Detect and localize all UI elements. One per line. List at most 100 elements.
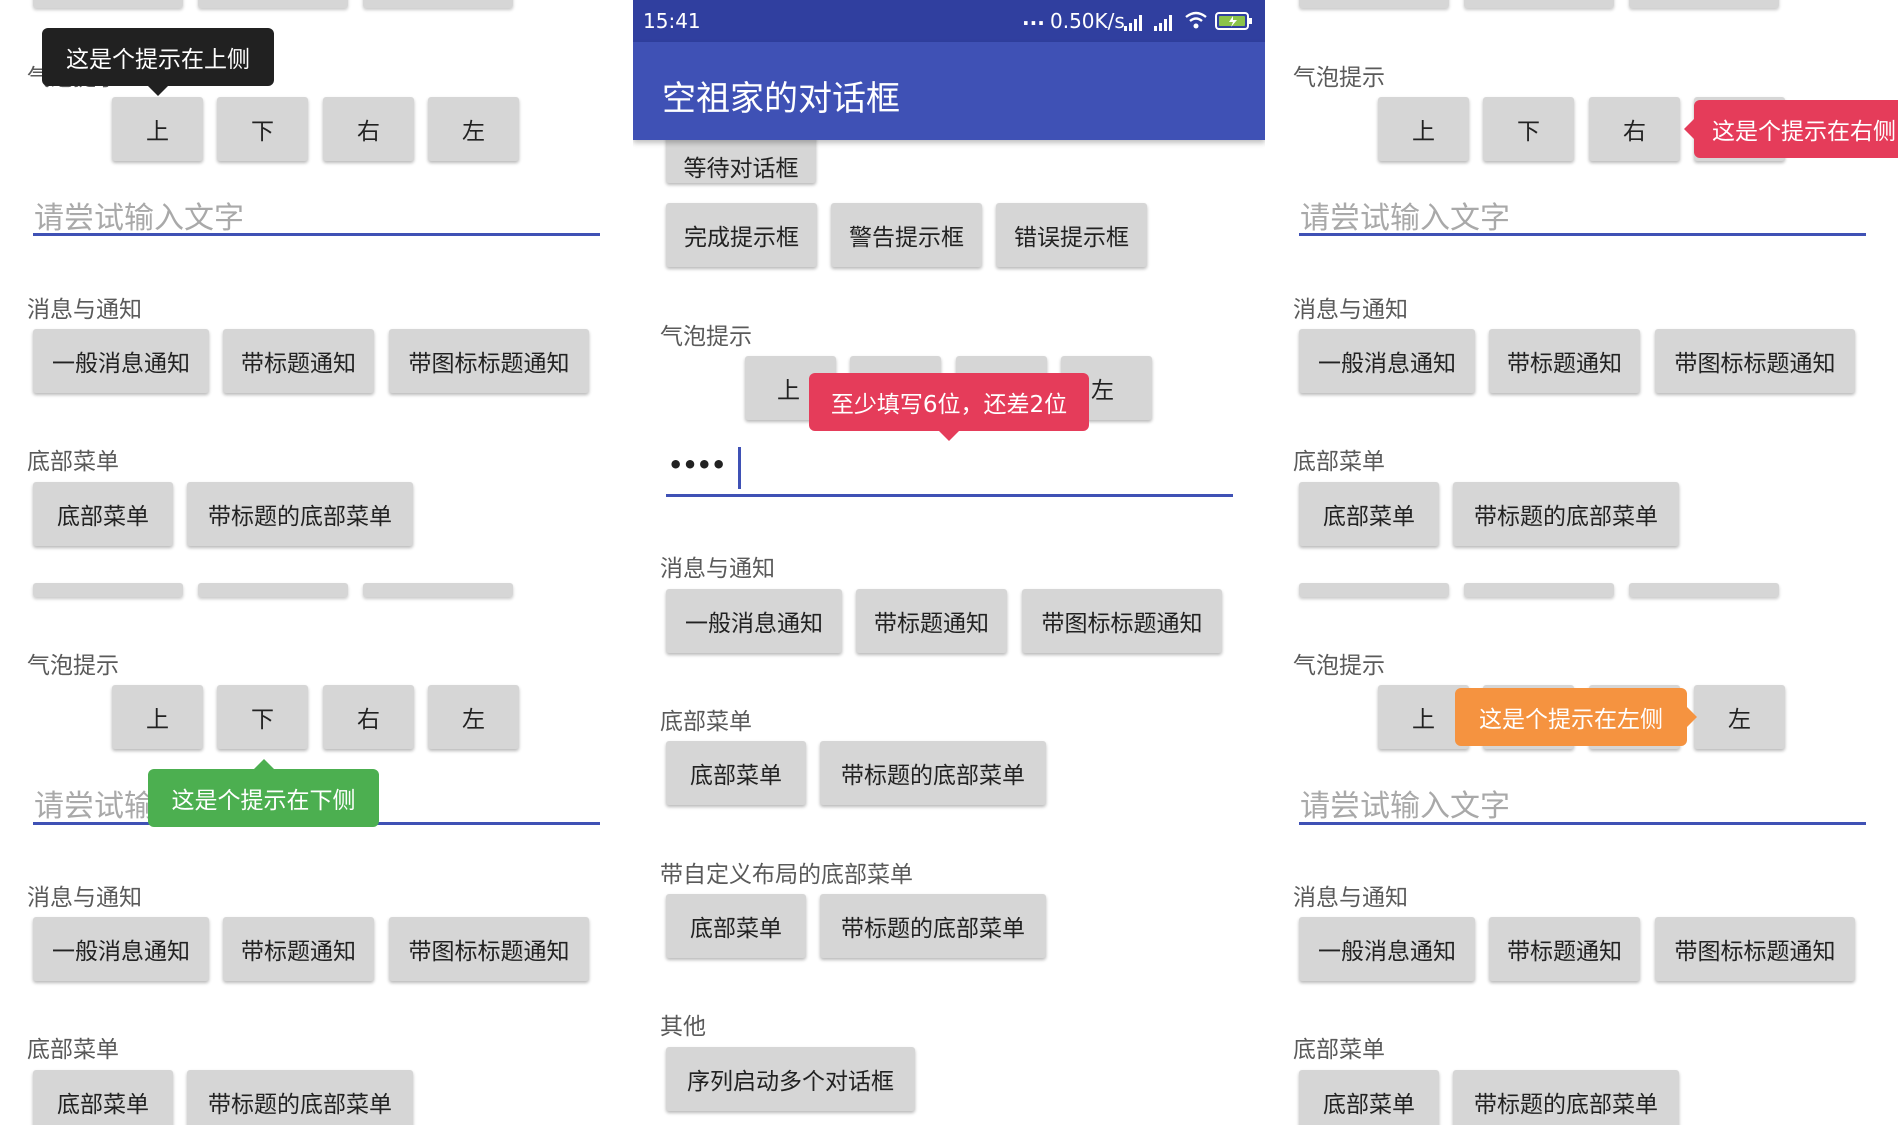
tooltip-min-length-text: 至少填写6位，还差2位 [830,392,1068,418]
tooltip-top-text: 这是个提示在上侧 [66,47,250,73]
bottom-menu-button[interactable]: 底部菜单 [33,1070,173,1125]
section-title-bubble: 气泡提示 [1293,653,1385,679]
status-net-speed: 0.50K/s [1050,9,1125,33]
button-stub[interactable] [1464,0,1614,8]
section-title-notify: 消息与通知 [1293,297,1408,323]
tooltip-arrow [1687,707,1697,727]
button-stub[interactable] [33,0,183,8]
section-title-notify: 消息与通知 [27,297,142,323]
titled-bottom-menu-button[interactable]: 带标题的底部菜单 [820,741,1046,805]
tooltip-bottom: 这是个提示在下侧 [148,759,379,827]
button-stub[interactable] [363,0,513,8]
section-title-bottom-menu: 底部菜单 [1293,1037,1385,1063]
password-dots: •••• [668,451,726,479]
icon-titled-notify-button[interactable]: 带图标标题通知 [1655,329,1855,393]
tip-left-button[interactable]: 左 [428,97,519,161]
titled-notify-button[interactable]: 带标题通知 [856,589,1007,653]
text-input[interactable]: 请尝试输入文字 [34,193,244,237]
button-stub[interactable] [1629,0,1779,8]
titled-bottom-menu-button[interactable]: 带标题的底部菜单 [187,1070,413,1125]
status-dots: ... [1022,6,1045,30]
section-title-bubble: 气泡提示 [1293,65,1385,91]
tip-right-button[interactable]: 右 [1589,97,1680,161]
left-screenshot-panel: 气泡提示 上 下 右 左 这是个提示在上侧 请尝试输入文字 消息与通知 一般消息… [0,0,632,1125]
custom-titled-bottom-menu-button[interactable]: 带标题的底部菜单 [820,894,1046,958]
titled-bottom-menu-button[interactable]: 带标题的底部菜单 [1453,1070,1679,1125]
battery-icon [1215,11,1253,36]
text-input[interactable]: 请尝试输入文字 [1300,193,1510,237]
button-stub[interactable] [1299,583,1449,597]
status-bar: 15:41 ... 0.50K/s [633,0,1265,42]
sequence-dialogs-button[interactable]: 序列启动多个对话框 [666,1047,915,1111]
right-screenshot-panel: 气泡提示 上 下 右 这是个提示在右侧 请尝试输入文字 消息与通知 一般消息通知… [1266,0,1898,1125]
done-dialog-button[interactable]: 完成提示框 [666,203,817,267]
app-bar: 空祖家的对话框 [633,42,1265,140]
section-title-notify: 消息与通知 [27,885,142,911]
app-title: 空祖家的对话框 [662,79,900,119]
tip-down-button[interactable]: 下 [217,97,308,161]
tip-up-button[interactable]: 上 [1378,97,1469,161]
tooltip-right: 这是个提示在右侧 [1684,100,1898,158]
general-notify-button[interactable]: 一般消息通知 [1299,329,1475,393]
section-title-bubble: 气泡提示 [660,324,752,350]
text-input[interactable]: 请尝试输 [34,781,154,825]
titled-notify-button[interactable]: 带标题通知 [1489,917,1640,981]
error-dialog-button[interactable]: 错误提示框 [996,203,1147,267]
tooltip-arrow [939,431,959,441]
button-stub[interactable] [198,0,348,8]
wifi-icon [1184,10,1208,35]
tip-left-button[interactable]: 左 [428,685,519,749]
middle-screenshot-panel: 15:41 ... 0.50K/s 等待对话框 空祖家的对话框 完成提示框 警告… [633,0,1265,1125]
general-notify-button[interactable]: 一般消息通知 [666,589,842,653]
section-title-bottom-menu: 底部菜单 [27,449,119,475]
text-input-underline [1299,233,1866,236]
section-title-bottom-menu: 底部菜单 [27,1037,119,1063]
general-notify-button[interactable]: 一般消息通知 [1299,917,1475,981]
titled-notify-button[interactable]: 带标题通知 [223,329,374,393]
custom-bottom-menu-button[interactable]: 底部菜单 [666,894,806,958]
tooltip-top: 这是个提示在上侧 [42,28,274,96]
section-title-bottom-menu: 底部菜单 [660,709,752,735]
section-title-bubble: 气泡提示 [27,653,119,679]
warning-dialog-button[interactable]: 警告提示框 [831,203,982,267]
icon-titled-notify-button[interactable]: 带图标标题通知 [1022,589,1222,653]
tooltip-arrow [148,86,168,96]
bottom-menu-button[interactable]: 底部菜单 [666,741,806,805]
tip-left-button[interactable]: 左 [1694,685,1785,749]
button-stub[interactable] [33,583,183,597]
icon-titled-notify-button[interactable]: 带图标标题通知 [389,329,589,393]
section-title-other: 其他 [660,1014,706,1040]
tip-down-button[interactable]: 下 [217,685,308,749]
bottom-menu-button[interactable]: 底部菜单 [33,482,173,546]
icon-titled-notify-button[interactable]: 带图标标题通知 [389,917,589,981]
text-input-underline [33,233,600,236]
tip-right-button[interactable]: 右 [323,97,414,161]
bottom-menu-button[interactable]: 底部菜单 [1299,482,1439,546]
button-stub[interactable] [363,583,513,597]
icon-titled-notify-button[interactable]: 带图标标题通知 [1655,917,1855,981]
titled-bottom-menu-button[interactable]: 带标题的底部菜单 [1453,482,1679,546]
password-input[interactable]: •••• [666,443,1233,493]
tooltip-arrow [254,759,274,769]
titled-bottom-menu-button[interactable]: 带标题的底部菜单 [187,482,413,546]
tooltip-min-length: 至少填写6位，还差2位 [809,373,1089,441]
button-stub[interactable] [1629,583,1779,597]
button-stub[interactable] [1299,0,1449,8]
general-notify-button[interactable]: 一般消息通知 [33,329,209,393]
button-stub[interactable] [198,583,348,597]
tip-up-button[interactable]: 上 [112,97,203,161]
section-title-bottom-menu: 底部菜单 [1293,449,1385,475]
tip-up-button[interactable]: 上 [112,685,203,749]
button-stub[interactable] [1464,583,1614,597]
tooltip-right-text: 这是个提示在右侧 [1712,119,1896,145]
tip-down-button[interactable]: 下 [1483,97,1574,161]
titled-notify-button[interactable]: 带标题通知 [1489,329,1640,393]
bottom-menu-button[interactable]: 底部菜单 [1299,1070,1439,1125]
tooltip-left-text: 这是个提示在左侧 [1479,707,1663,733]
tip-right-button[interactable]: 右 [323,685,414,749]
general-notify-button[interactable]: 一般消息通知 [33,917,209,981]
section-title-custom-bottom-menu: 带自定义布局的底部菜单 [660,862,913,888]
titled-notify-button[interactable]: 带标题通知 [223,917,374,981]
text-input[interactable]: 请尝试输入文字 [1300,781,1510,825]
section-title-notify: 消息与通知 [1293,885,1408,911]
